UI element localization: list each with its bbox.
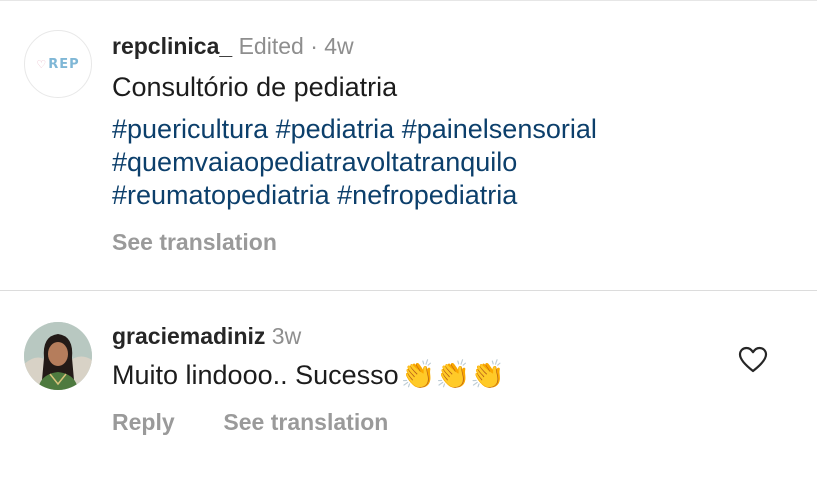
edited-label: Edited [238,33,304,59]
see-translation-link[interactable]: See translation [223,409,388,435]
timestamp: 3w [271,323,302,349]
caption-meta: repclinica_ Edited · 4w [112,31,354,61]
reply-button[interactable]: Reply [112,409,175,435]
caption-comment: ♡ REP repclinica_ Edited · 4w Consultóri… [0,0,817,290]
separator-dot: · [310,33,318,59]
reply-meta: graciemadiniz 3w [112,321,301,351]
hashtag-link[interactable]: #reumatopediatria [112,180,330,210]
avatar[interactable]: ♡ REP [24,30,92,98]
brand-logo-text: REP [48,56,80,72]
profile-photo [24,322,92,390]
hashtag-list: #puericultura #pediatria #painelsensoria… [112,113,732,212]
hashtag-link[interactable]: #nefropediatria [337,180,517,210]
username[interactable]: repclinica_ [112,33,232,59]
comment-actions: Reply See translation [112,409,388,436]
comment-body: Muito lindooo.. Sucesso [112,360,399,390]
hashtag-link[interactable]: #painelsensorial [402,114,597,144]
brand-logo: ♡ REP [36,57,79,72]
clapping-hands-emoji: 👏👏👏 [400,358,506,391]
heart-outline-icon [738,346,768,373]
hashtag-link[interactable]: #pediatria [276,114,395,144]
comment-text: Muito lindooo.. Sucesso 👏👏👏 [112,358,505,392]
avatar[interactable] [24,322,92,390]
hashtag-link[interactable]: #quemvaiaopediatravoltatranquilo [112,147,517,177]
see-translation-link[interactable]: See translation [112,229,277,256]
hashtag-link[interactable]: #puericultura [112,114,268,144]
caption-text: Consultório de pediatria [112,72,398,102]
divider [0,290,817,291]
like-button[interactable] [738,346,768,374]
heart-logo-icon: ♡ [36,57,48,71]
username[interactable]: graciemadiniz [112,323,265,349]
timestamp: 4w [324,33,354,59]
